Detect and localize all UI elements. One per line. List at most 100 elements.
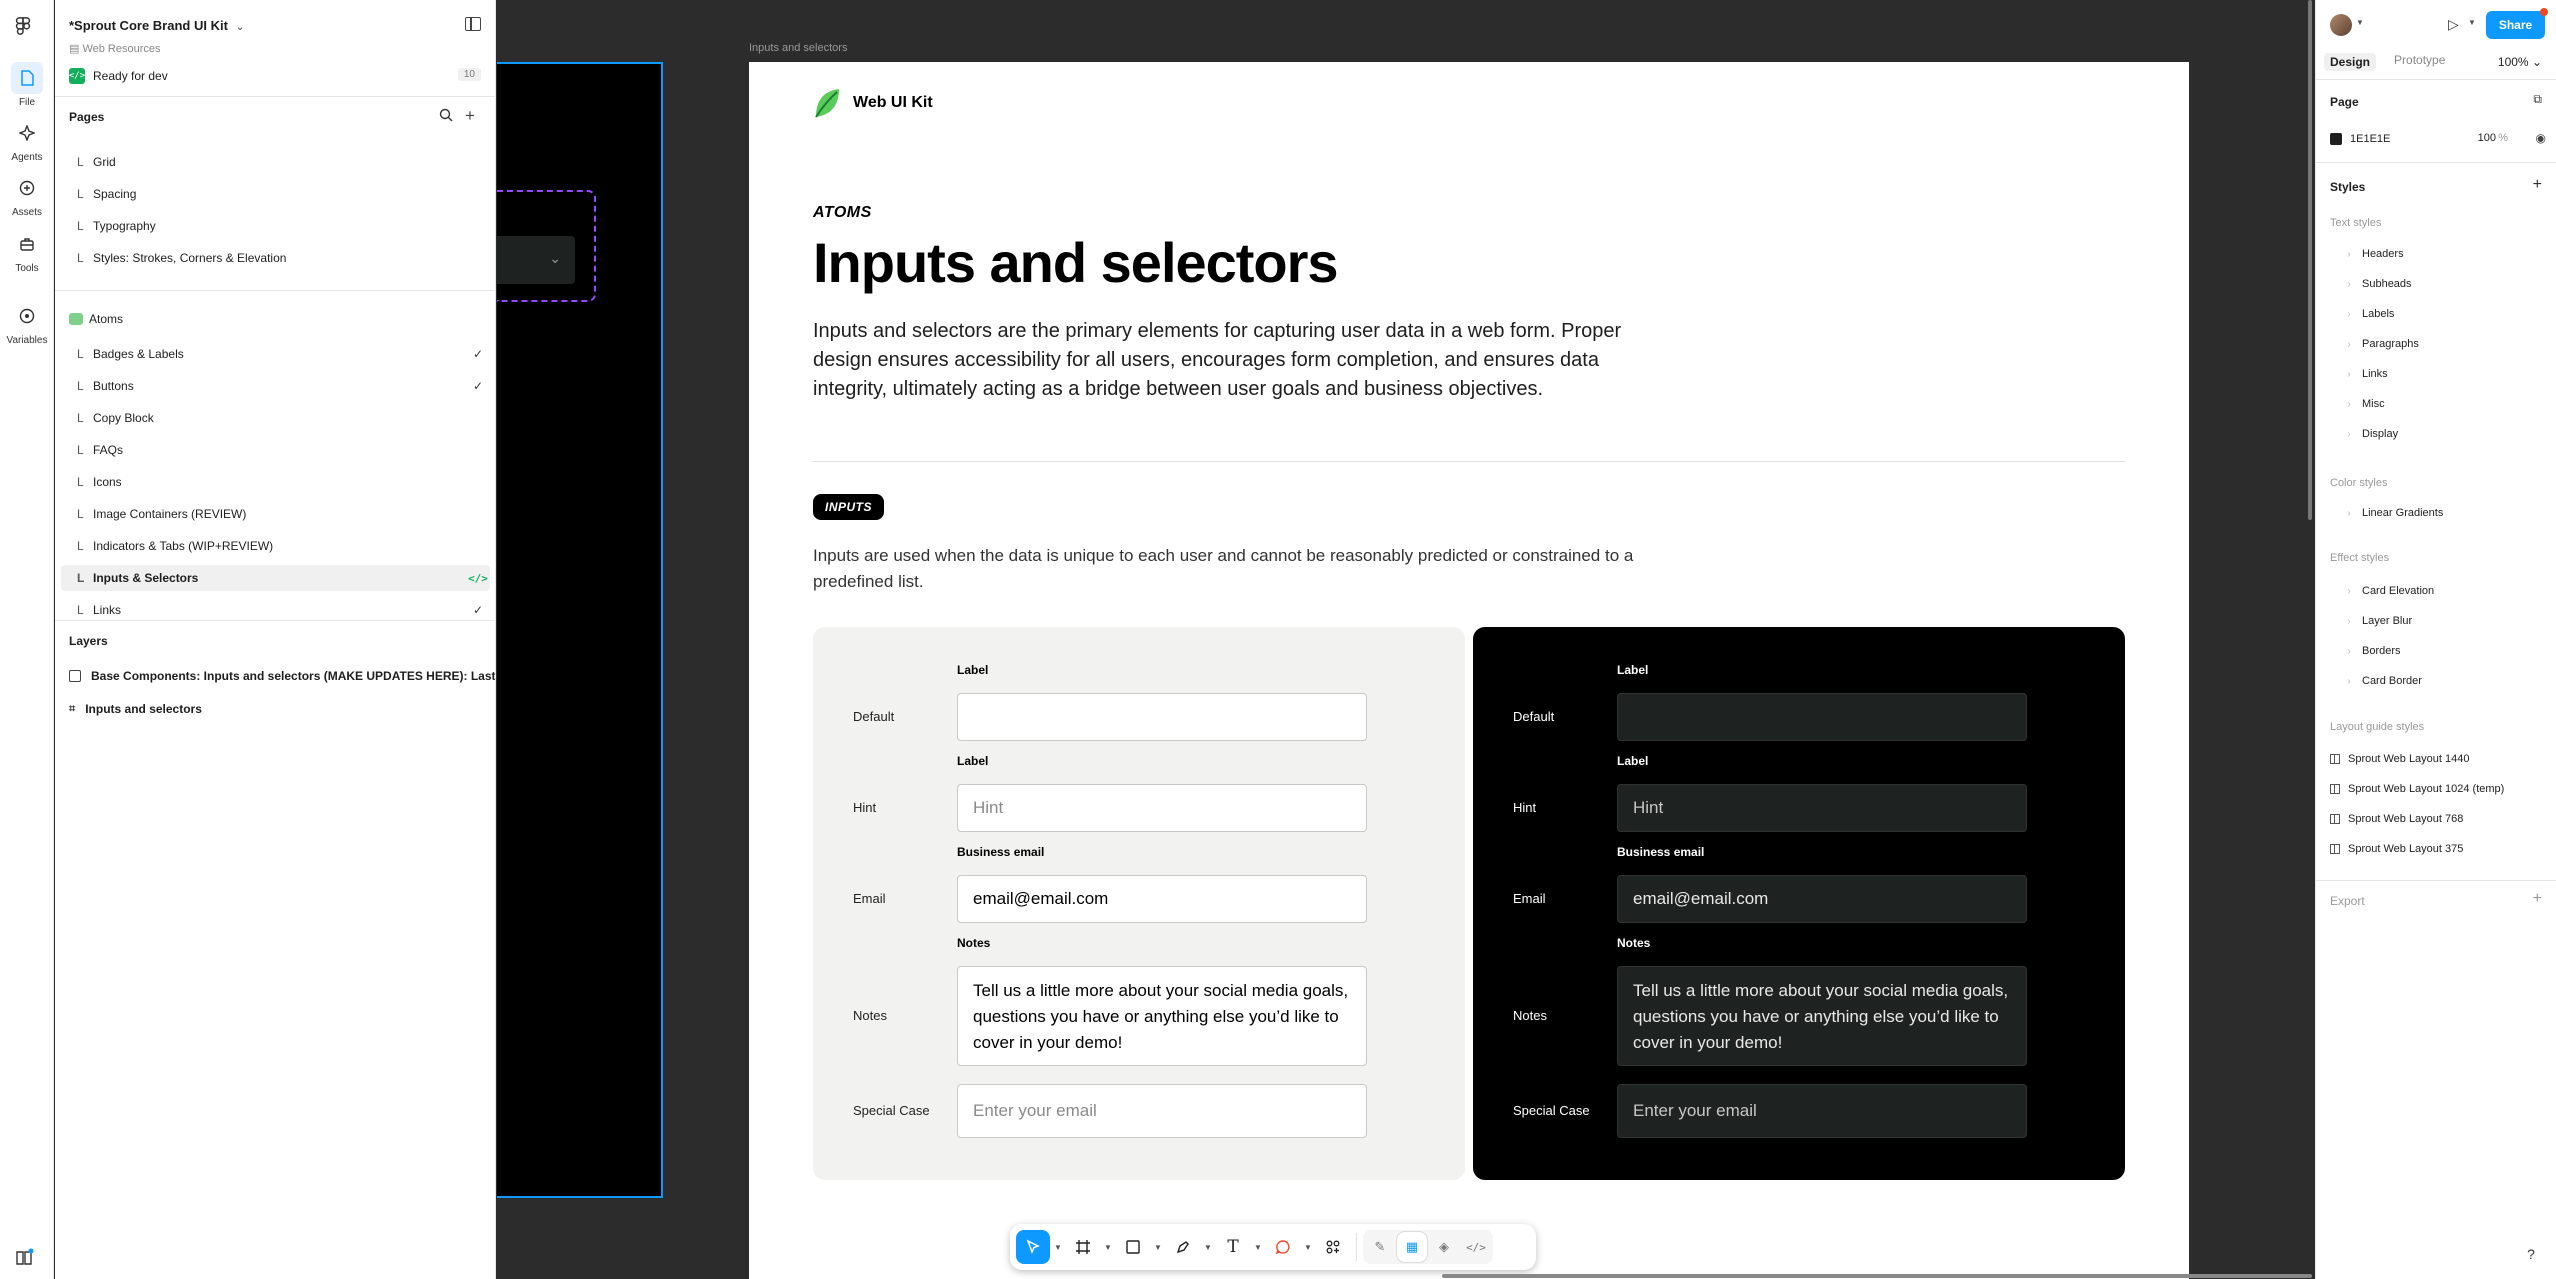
chevron-down-icon[interactable]: ▼ bbox=[1252, 1243, 1264, 1252]
tab-prototype[interactable]: Prototype bbox=[2394, 53, 2445, 71]
style-item[interactable]: › Links bbox=[2344, 368, 2388, 380]
present-icon[interactable]: ▷ bbox=[2448, 16, 2459, 33]
style-item[interactable]: › Linear Gradients bbox=[2344, 507, 2443, 519]
library-icon[interactable] bbox=[14, 1247, 34, 1267]
vertical-scrollbar[interactable] bbox=[2308, 0, 2312, 520]
chevron-down-icon[interactable]: ▼ bbox=[1302, 1243, 1314, 1252]
page-item[interactable]: L Spacing bbox=[61, 181, 490, 207]
page-item[interactable]: L Badges & Labels ✓ bbox=[61, 341, 490, 367]
page-item[interactable]: L Grid bbox=[61, 149, 490, 175]
chevron-down-icon[interactable]: ▼ bbox=[1202, 1243, 1214, 1252]
shape-tool-button[interactable] bbox=[1116, 1230, 1150, 1264]
move-tool-button[interactable] bbox=[1016, 1230, 1050, 1264]
chevron-down-icon[interactable]: ▼ bbox=[1152, 1243, 1164, 1252]
frame-label[interactable]: Inputs and selectors bbox=[749, 42, 847, 54]
rail-file[interactable]: File bbox=[0, 62, 54, 108]
frame-tool-button[interactable] bbox=[1066, 1230, 1100, 1264]
layer-row[interactable]: ⌗ Inputs and selectors bbox=[69, 702, 202, 716]
chevron-down-icon[interactable]: ▼ bbox=[2356, 18, 2364, 27]
page-item[interactable]: L Inputs & Selectors </> bbox=[61, 565, 490, 591]
rail-variables[interactable]: Variables bbox=[0, 300, 54, 346]
figma-logo-icon[interactable] bbox=[14, 16, 32, 38]
divider bbox=[2316, 880, 2556, 881]
field-label: Label bbox=[957, 663, 989, 677]
email-field[interactable]: email@email.com bbox=[957, 875, 1367, 923]
style-item[interactable]: › Card Border bbox=[2344, 675, 2422, 687]
field-label: Label bbox=[1617, 663, 1649, 677]
variables-icon bbox=[11, 300, 43, 332]
style-item[interactable]: › Headers bbox=[2344, 248, 2403, 260]
style-item[interactable]: › Paragraphs bbox=[2344, 338, 2419, 350]
style-item[interactable]: › Display bbox=[2344, 428, 2398, 440]
style-item[interactable]: Sprout Web Layout 768 bbox=[2330, 813, 2463, 825]
text-tool-button[interactable]: T bbox=[1216, 1230, 1250, 1264]
text-input[interactable] bbox=[957, 693, 1367, 741]
add-export-icon[interactable]: + bbox=[2533, 890, 2542, 908]
draw-mode-button[interactable]: ✎ bbox=[1365, 1232, 1395, 1262]
chevron-down-icon[interactable]: ▼ bbox=[1052, 1243, 1064, 1252]
add-style-icon[interactable]: + bbox=[2533, 176, 2542, 194]
text-input[interactable] bbox=[1617, 693, 2027, 741]
actions-button[interactable] bbox=[1316, 1230, 1350, 1264]
text-input[interactable]: Enter your email bbox=[1617, 1084, 2027, 1138]
main-frame[interactable]: Web UI Kit ATOMS Inputs and selectors In… bbox=[749, 62, 2189, 1279]
page-settings-icon[interactable]: ⧉ bbox=[2533, 92, 2542, 107]
page-item[interactable]: L Styles: Strokes, Corners & Elevation bbox=[61, 245, 490, 271]
page-item[interactable]: L Buttons ✓ bbox=[61, 373, 490, 399]
style-item[interactable]: › Subheads bbox=[2344, 278, 2411, 290]
page-item[interactable]: L Copy Block bbox=[61, 405, 490, 431]
style-item[interactable]: Sprout Web Layout 375 bbox=[2330, 843, 2463, 855]
style-name: Links bbox=[2362, 368, 2388, 380]
draw-icon: ✎ bbox=[1374, 1239, 1386, 1254]
avatar[interactable] bbox=[2330, 14, 2352, 36]
style-item[interactable]: › Labels bbox=[2344, 308, 2394, 320]
email-field[interactable]: email@email.com bbox=[1617, 875, 2027, 923]
page-opacity-value[interactable]: 100 bbox=[2478, 132, 2496, 144]
file-project[interactable]: ▤ Web Resources bbox=[69, 42, 161, 55]
tab-design[interactable]: Design bbox=[2324, 53, 2377, 71]
text-input[interactable]: Hint bbox=[1617, 784, 2027, 832]
add-page-icon[interactable]: + bbox=[465, 106, 481, 125]
style-item[interactable]: Sprout Web Layout 1440 bbox=[2330, 753, 2470, 765]
page-item[interactable]: L FAQs bbox=[61, 437, 490, 463]
help-icon[interactable]: ? bbox=[2520, 1243, 2542, 1265]
page-item[interactable]: L Icons bbox=[61, 469, 490, 495]
ready-for-dev[interactable]: </> Ready for dev bbox=[69, 68, 168, 84]
style-item[interactable]: › Layer Blur bbox=[2344, 615, 2412, 627]
notes-textarea[interactable]: Tell us a little more about your social … bbox=[957, 966, 1367, 1066]
sprout-leaf-icon bbox=[815, 89, 839, 118]
text-input[interactable]: Enter your email bbox=[957, 1084, 1367, 1138]
design-canvas[interactable]: ⌄ Inputs and selectors Web UI Kit ATOMS … bbox=[497, 0, 2314, 1279]
page-section-atoms[interactable]: Atoms bbox=[69, 312, 123, 326]
chevron-down-icon[interactable]: ▼ bbox=[2468, 18, 2476, 27]
rail-agents[interactable]: Agents bbox=[0, 117, 54, 163]
rail-assets[interactable]: Assets bbox=[0, 172, 54, 218]
layers-heading: Layers bbox=[69, 634, 108, 648]
eye-icon[interactable]: ◉ bbox=[2536, 131, 2546, 145]
text-input[interactable]: Hint bbox=[957, 784, 1367, 832]
panel-toggle-icon[interactable] bbox=[465, 17, 481, 31]
share-button[interactable]: Share bbox=[2486, 11, 2545, 39]
file-title-menu[interactable]: *Sprout Core Brand UI Kit ⌄ bbox=[69, 18, 244, 33]
style-item[interactable]: › Card Elevation bbox=[2344, 585, 2434, 597]
chevron-down-icon[interactable]: ▼ bbox=[1102, 1243, 1114, 1252]
comment-tool-button[interactable] bbox=[1266, 1230, 1300, 1264]
style-item[interactable]: › Misc bbox=[2344, 398, 2384, 410]
notes-textarea[interactable]: Tell us a little more about your social … bbox=[1617, 966, 2027, 1066]
page-item[interactable]: L Indicators & Tabs (WIP+REVIEW) bbox=[61, 533, 490, 559]
page-item[interactable]: L Typography bbox=[61, 213, 490, 239]
design-mode-button[interactable]: ▦ bbox=[1397, 1232, 1427, 1262]
rail-tools[interactable]: Tools bbox=[0, 228, 54, 274]
style-item[interactable]: Sprout Web Layout 1024 (temp) bbox=[2330, 783, 2504, 795]
page-item[interactable]: L Image Containers (REVIEW) bbox=[61, 501, 490, 527]
color-swatch[interactable] bbox=[2330, 133, 2342, 145]
zoom-dropdown[interactable]: 100% ⌄ bbox=[2498, 55, 2542, 69]
pen-tool-button[interactable] bbox=[1166, 1230, 1200, 1264]
horizontal-scrollbar[interactable] bbox=[1442, 1274, 2312, 1278]
style-item[interactable]: › Borders bbox=[2344, 645, 2400, 657]
layer-row[interactable]: Base Components: Inputs and selectors (M… bbox=[69, 669, 495, 683]
dev-mode-button[interactable]: </> bbox=[1461, 1232, 1491, 1262]
search-icon[interactable] bbox=[439, 108, 455, 124]
ui3-mode-button[interactable]: ◈ bbox=[1429, 1232, 1459, 1262]
file-project-label: Web Resources bbox=[82, 43, 161, 55]
